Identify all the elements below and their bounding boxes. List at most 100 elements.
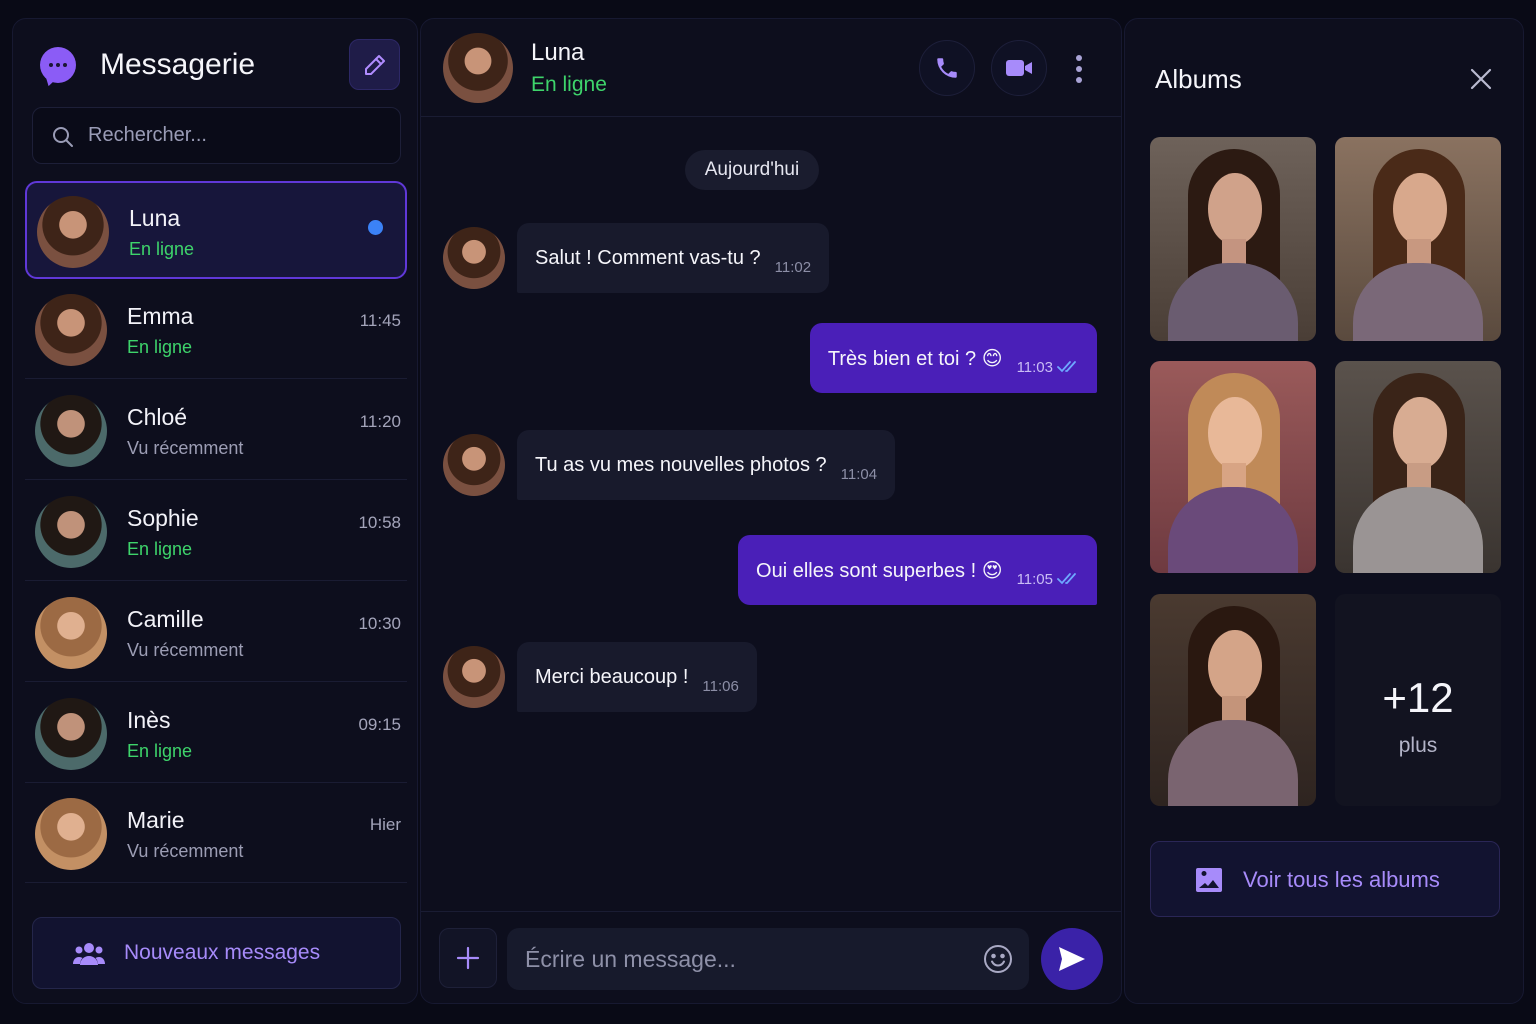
new-messages-button[interactable]: Nouveaux messages [32, 917, 401, 989]
contact-name: Luna [129, 205, 181, 231]
avatar[interactable] [443, 33, 513, 103]
chat-panel: Luna En ligne Aujourd'hui Salut ! Commen… [420, 18, 1122, 1004]
send-button[interactable] [1041, 928, 1103, 990]
album-photo[interactable] [1150, 361, 1316, 573]
message-avatar [443, 646, 505, 708]
more-photos-tile[interactable]: +12 plus [1335, 594, 1501, 806]
contact-item-sophie[interactable]: Sophie En ligne 10:58 [25, 483, 407, 581]
message-time: 11:02 [774, 258, 812, 276]
message-bubble-outgoing: Très bien et toi ? 😊 11:03 [809, 323, 1097, 393]
video-call-button[interactable] [991, 40, 1047, 96]
message-text: Salut ! Comment vas-tu ? [535, 246, 761, 269]
avatar [37, 196, 109, 268]
attach-button[interactable] [439, 928, 497, 988]
message-text: Merci beaucoup ! [535, 665, 689, 688]
contact-status: En ligne [127, 539, 193, 559]
more-photos-count: +12 [1382, 674, 1454, 721]
more-options-button[interactable] [1069, 49, 1089, 89]
message-composer [421, 911, 1121, 1003]
message-bubble-incoming: Merci beaucoup ! 11:06 [517, 642, 757, 712]
message-text: Très bien et toi ? 😊 [827, 347, 1003, 370]
avatar [35, 597, 107, 669]
contact-time: 11:45 [359, 311, 401, 330]
contact-item-marie[interactable]: Marie Vu récemment Hier [25, 785, 407, 883]
message-bubble-incoming: Salut ! Comment vas-tu ? 11:02 [517, 223, 830, 293]
view-all-albums-label: Voir tous les albums [1243, 867, 1440, 892]
call-button[interactable] [919, 40, 975, 96]
avatar [35, 294, 107, 366]
contact-name: Marie [127, 807, 185, 833]
contact-status: Vu récemment [127, 640, 244, 660]
contact-time: Hier [369, 815, 401, 834]
double-check-icon [1057, 573, 1076, 585]
message-input[interactable] [525, 928, 965, 990]
contact-name: Camille [127, 606, 204, 632]
message-time: 11:06 [702, 677, 739, 695]
contact-item-emma[interactable]: Emma En ligne 11:45 [25, 281, 407, 379]
contact-time: 10:58 [358, 513, 401, 532]
contact-item-chloe[interactable]: Chloé Vu récemment 11:20 [25, 382, 407, 480]
avatar [35, 496, 107, 568]
album-photo[interactable] [1150, 594, 1316, 806]
pencil-icon [364, 54, 385, 75]
more-photos-label: plus [1398, 734, 1438, 757]
message-text: Tu as vu mes nouvelles photos ? [535, 453, 827, 476]
chat-contact-name: Luna [531, 39, 585, 66]
double-check-icon [1057, 361, 1076, 373]
users-icon [73, 943, 105, 965]
search-icon [53, 127, 73, 147]
message-avatar [443, 227, 505, 289]
contact-item-camille[interactable]: Camille Vu récemment 10:30 [25, 584, 407, 682]
compose-button[interactable] [349, 39, 400, 90]
message-time: 11:03 [1016, 358, 1053, 376]
contact-name: Inès [127, 707, 171, 733]
close-icon[interactable] [1469, 67, 1493, 91]
contact-time: 09:15 [358, 715, 401, 734]
contact-item-ines[interactable]: Inès En ligne 09:15 [25, 685, 407, 783]
chat-bubble-icon [40, 47, 76, 83]
avatar [35, 798, 107, 870]
message-bubble-outgoing: Oui elles sont superbes ! 😍 11:05 [738, 535, 1097, 605]
contact-name: Emma [127, 303, 194, 329]
more-vertical-icon [1076, 55, 1082, 61]
message-time: 11:05 [1016, 570, 1053, 588]
album-photo[interactable] [1335, 137, 1501, 341]
contact-time: 11:20 [359, 412, 401, 431]
chat-contact-status: En ligne [531, 73, 607, 96]
contact-status: Vu récemment [127, 841, 244, 861]
contact-status: En ligne [127, 337, 193, 357]
date-separator: Aujourd'hui [685, 150, 819, 190]
search-input[interactable] [88, 108, 388, 163]
contact-status: En ligne [127, 741, 193, 761]
emoji-icon[interactable] [983, 944, 1013, 974]
view-all-albums-button[interactable]: Voir tous les albums [1150, 841, 1500, 917]
send-icon [1059, 947, 1085, 971]
message-time: 11:04 [840, 465, 878, 483]
contact-status: En ligne [129, 239, 195, 259]
contact-name: Chloé [127, 404, 188, 430]
album-photo[interactable] [1150, 137, 1316, 341]
message-avatar [443, 434, 505, 496]
phone-icon [937, 58, 957, 78]
contact-time: 10:30 [358, 614, 401, 633]
albums-panel: Albums +12 plus Voir tous les albums [1124, 18, 1524, 1004]
video-icon [1006, 60, 1032, 76]
message-bubble-incoming: Tu as vu mes nouvelles photos ? 11:04 [517, 430, 896, 500]
contact-item-luna[interactable]: Luna En ligne [25, 181, 407, 279]
avatar [35, 698, 107, 770]
message-input-wrapper [507, 928, 1029, 990]
unread-indicator [368, 220, 383, 235]
app-title: Messagerie [100, 48, 256, 81]
contact-name: Sophie [127, 505, 199, 531]
new-messages-label: Nouveaux messages [124, 941, 321, 964]
albums-title: Albums [1155, 64, 1242, 94]
search-field[interactable] [32, 107, 401, 164]
contact-status: Vu récemment [127, 438, 244, 458]
album-photo[interactable] [1335, 361, 1501, 573]
plus-icon [456, 946, 480, 970]
avatar [35, 395, 107, 467]
conversation-sidebar: Messagerie Luna En ligne Emma En ligne 1… [12, 18, 418, 1004]
image-icon [1196, 868, 1222, 892]
chat-header: Luna En ligne [421, 19, 1121, 117]
message-text: Oui elles sont superbes ! 😍 [756, 559, 1003, 582]
